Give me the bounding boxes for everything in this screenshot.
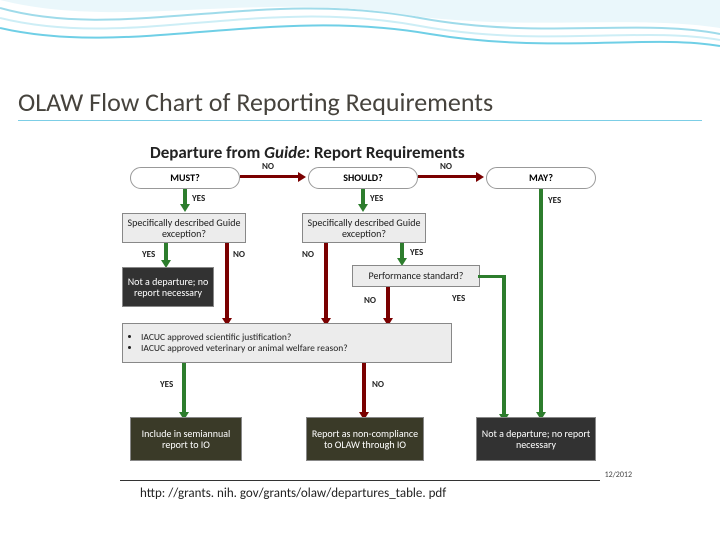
node-spec2: Specifically described Guide exception? bbox=[302, 213, 426, 243]
label-no-2: NO bbox=[440, 161, 452, 172]
footer-divider bbox=[120, 480, 600, 481]
title-underline bbox=[18, 120, 702, 121]
label-no-1: NO bbox=[262, 161, 274, 172]
label-yes-4: YES bbox=[142, 249, 155, 260]
node-iacuc: IACUC approved scientific justification?… bbox=[122, 323, 452, 363]
node-perf: Performance standard? bbox=[352, 265, 480, 287]
label-no-6: NO bbox=[372, 379, 384, 390]
node-may: MAY? bbox=[486, 167, 596, 189]
label-yes-2: YES bbox=[370, 193, 383, 204]
node-should: SHOULD? bbox=[308, 167, 418, 189]
footer-url: http: //grants. nih. gov/grants/olaw/dep… bbox=[140, 486, 446, 501]
node-include: Include in semiannual report to IO bbox=[130, 417, 242, 461]
label-no-5: NO bbox=[364, 295, 376, 306]
node-report: Report as non-compliance to OLAW through… bbox=[306, 417, 424, 461]
label-yes-6: YES bbox=[452, 293, 465, 304]
label-yes-7: YES bbox=[160, 379, 173, 390]
node-must: MUST? bbox=[130, 167, 240, 189]
slide-container: OLAW Flow Chart of Reporting Requirement… bbox=[0, 0, 720, 540]
label-yes-3: YES bbox=[548, 195, 561, 206]
node-spec1: Specifically described Guide exception? bbox=[122, 213, 246, 243]
label-no-3: NO bbox=[233, 249, 245, 260]
label-yes-1: YES bbox=[192, 193, 205, 204]
slide-title: OLAW Flow Chart of Reporting Requirement… bbox=[18, 86, 493, 118]
date-stamp: 12/2012 bbox=[605, 470, 632, 480]
label-no-4: NO bbox=[302, 249, 314, 260]
iacuc-bullet-2: IACUC approved veterinary or animal welf… bbox=[141, 343, 348, 354]
node-not1: Not a departure; no report necessary bbox=[122, 267, 214, 307]
label-yes-5: YES bbox=[410, 247, 423, 258]
decorative-waves bbox=[0, 0, 720, 70]
flowchart: MUST? SHOULD? MAY? NO NO YES YES YES bbox=[80, 155, 640, 475]
node-not2: Not a departure; no report necessary bbox=[476, 417, 596, 461]
